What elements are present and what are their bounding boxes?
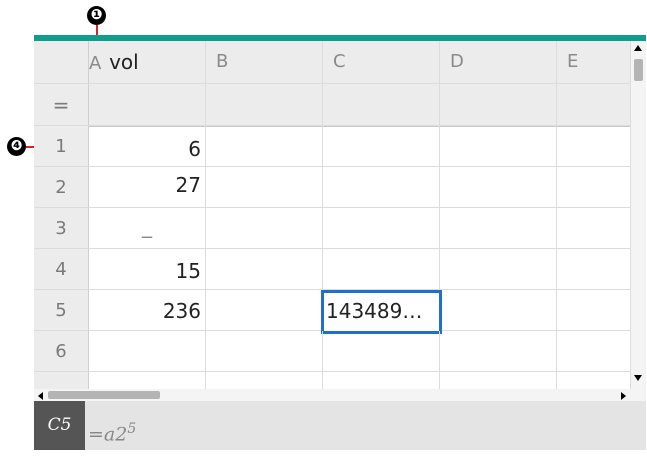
column-header-d[interactable]: D xyxy=(440,41,557,84)
cell-d6[interactable] xyxy=(440,331,557,372)
row-header-6[interactable]: 6 xyxy=(34,331,89,372)
cell-b5[interactable] xyxy=(206,290,323,331)
formula-text: =a2 xyxy=(88,423,128,446)
row-header-3[interactable]: 3 xyxy=(34,208,89,249)
formula-entry-field[interactable]: =a25 xyxy=(88,401,198,450)
cell-c1[interactable] xyxy=(323,126,440,167)
formula-cell-e[interactable] xyxy=(557,84,631,126)
formula-cell-b[interactable] xyxy=(206,84,323,126)
column-a-name[interactable]: vol xyxy=(109,50,139,74)
cell-e1[interactable] xyxy=(557,126,631,167)
cell-d5[interactable] xyxy=(442,290,557,331)
vertical-scrollbar[interactable] xyxy=(631,41,646,423)
cell-a1[interactable]: 6 xyxy=(89,126,206,167)
formula-row-label: = xyxy=(34,84,89,126)
formula-cell-c[interactable] xyxy=(323,84,440,126)
formula-cell-a[interactable] xyxy=(89,84,206,126)
scroll-right-icon[interactable] xyxy=(621,392,626,400)
formula-exponent: 5 xyxy=(127,421,137,437)
cell-d1[interactable] xyxy=(440,126,557,167)
callout-4: ❹ xyxy=(7,137,26,156)
row-header-4[interactable]: 4 xyxy=(34,249,89,290)
scroll-down-icon[interactable] xyxy=(634,375,642,381)
cell-e4[interactable] xyxy=(557,249,631,290)
cell-a3[interactable]: _ xyxy=(89,208,206,249)
cell-c6[interactable] xyxy=(323,331,440,372)
cell-d3[interactable] xyxy=(440,208,557,249)
callout-1: ❶ xyxy=(87,6,106,25)
cell-d2[interactable] xyxy=(440,167,557,208)
cell-e6[interactable] xyxy=(557,331,631,372)
column-a-letter: A xyxy=(89,53,102,74)
cell-d4[interactable] xyxy=(440,249,557,290)
column-header-b[interactable]: B xyxy=(206,41,323,84)
column-header-a[interactable]: A vol xyxy=(89,41,206,84)
cell-e5[interactable] xyxy=(557,290,631,331)
entry-line-bar: C5 =a25 xyxy=(34,401,646,450)
cell-c5-selected[interactable]: 143489… xyxy=(321,290,442,334)
scroll-left-icon[interactable] xyxy=(38,392,43,400)
corner-cell[interactable] xyxy=(34,41,89,84)
cell-c2[interactable] xyxy=(323,167,440,208)
cell-b4[interactable] xyxy=(206,249,323,290)
spreadsheet-grid: A vol B C D E = 1 6 2 27 3 _ 4 15 5 236 … xyxy=(34,41,631,423)
cell-reference: C5 xyxy=(34,401,85,450)
column-header-c[interactable]: C xyxy=(323,41,440,84)
cell-a6[interactable] xyxy=(89,331,206,372)
cell-c3[interactable] xyxy=(323,208,440,249)
cell-b6[interactable] xyxy=(206,331,323,372)
cell-e2[interactable] xyxy=(557,167,631,208)
row-header-5[interactable]: 5 xyxy=(34,290,89,331)
formula-cell-d[interactable] xyxy=(440,84,557,126)
cell-b1[interactable] xyxy=(206,126,323,167)
cell-b3[interactable] xyxy=(206,208,323,249)
row-header-2[interactable]: 2 xyxy=(34,167,89,208)
horizontal-scrollbar[interactable] xyxy=(34,389,631,401)
horizontal-scroll-thumb[interactable] xyxy=(48,391,160,399)
cell-a5[interactable]: 236 xyxy=(89,290,206,331)
cell-a2[interactable]: 27 xyxy=(89,167,206,208)
cell-c4[interactable] xyxy=(323,249,440,290)
cell-a4[interactable]: 15 xyxy=(89,249,206,290)
vertical-scroll-thumb[interactable] xyxy=(634,59,643,81)
cell-e3[interactable] xyxy=(557,208,631,249)
row-header-1[interactable]: 1 xyxy=(34,126,89,167)
scroll-up-icon[interactable] xyxy=(634,45,642,51)
spreadsheet-app: A vol B C D E = 1 6 2 27 3 _ 4 15 5 236 … xyxy=(34,35,646,450)
column-header-e[interactable]: E xyxy=(557,41,631,84)
cell-b2[interactable] xyxy=(206,167,323,208)
